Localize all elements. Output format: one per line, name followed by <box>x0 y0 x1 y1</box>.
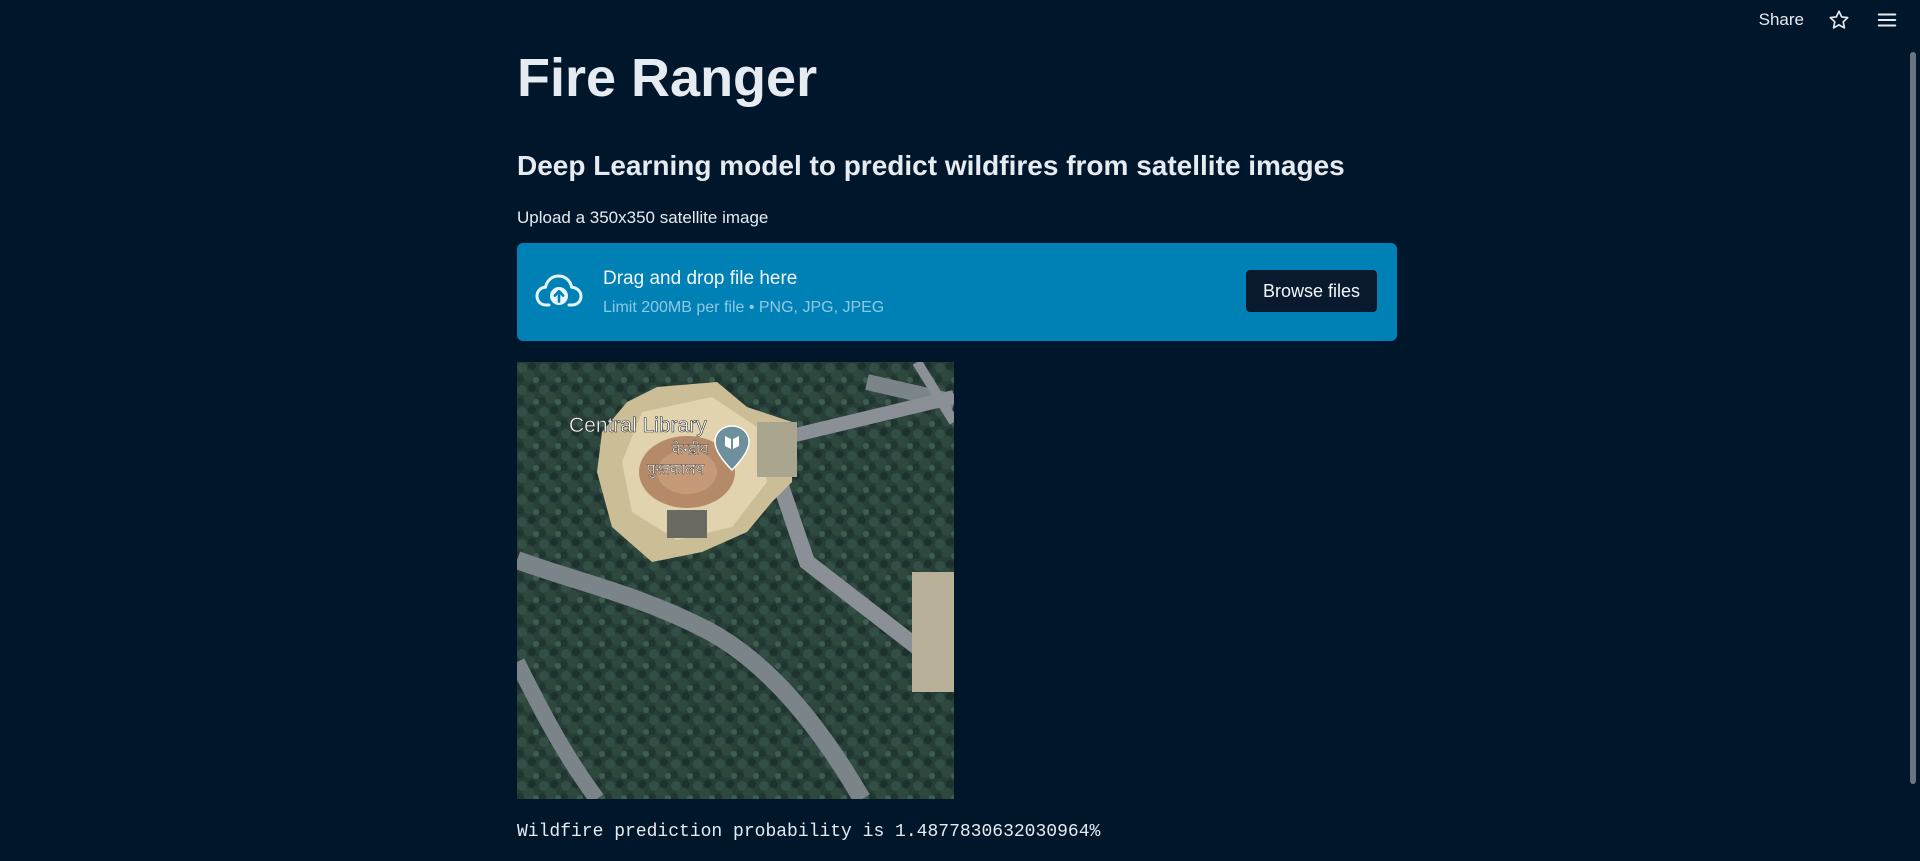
scrollbar[interactable] <box>1910 52 1916 784</box>
uploaded-satellite-image: Central Library केन्द्रीय पुस्तकालय <box>517 362 954 799</box>
map-label-en: Central Library <box>569 414 707 437</box>
file-dropzone[interactable]: Drag and drop file here Limit 200MB per … <box>517 243 1397 341</box>
map-label-hi-2: पुस्तकालय <box>647 460 704 479</box>
share-button[interactable]: Share <box>1759 10 1804 30</box>
star-icon[interactable] <box>1826 7 1852 33</box>
prediction-result-text: Wildfire prediction probability is 1.487… <box>517 822 1101 842</box>
dropzone-title: Drag and drop file here <box>603 268 798 289</box>
map-label-hi-1: केन्द्रीय <box>672 440 709 458</box>
page-subtitle: Deep Learning model to predict wildfires… <box>517 150 1345 181</box>
cloud-upload-icon <box>535 274 583 307</box>
upload-label: Upload a 350x350 satellite image <box>517 208 769 227</box>
top-toolbar: Share <box>1759 0 1920 40</box>
hamburger-menu-icon[interactable] <box>1874 7 1900 33</box>
browse-files-button[interactable]: Browse files <box>1245 270 1377 312</box>
page-title: Fire Ranger <box>517 48 818 108</box>
dropzone-limit-text: Limit 200MB per file • PNG, JPG, JPEG <box>603 299 885 316</box>
